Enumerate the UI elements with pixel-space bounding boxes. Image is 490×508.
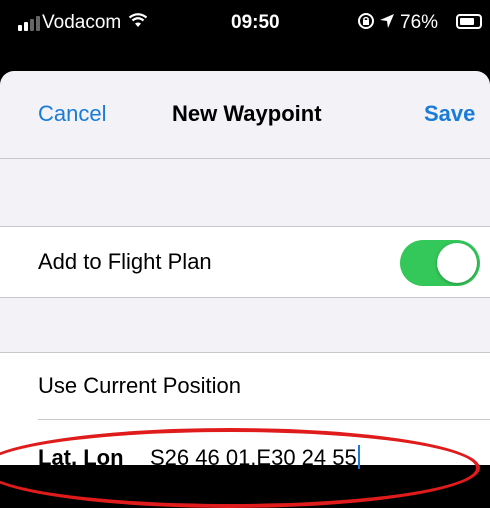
location-icon [379,13,395,34]
cancel-button[interactable]: Cancel [38,101,106,127]
flight-plan-toggle[interactable] [400,240,480,286]
save-button[interactable]: Save [424,101,475,127]
signal-icon [18,16,40,31]
highlight-annotation [0,428,480,508]
carrier-name: Vodacom [42,12,122,33]
flight-plan-label: Add to Flight Plan [38,249,212,274]
battery-icon [456,14,482,29]
battery-percentage: 76% [400,12,439,33]
wifi-icon [128,12,148,33]
new-waypoint-sheet: Cancel New Waypoint Save Add to Flight P… [0,71,490,465]
use-current-position-button[interactable]: Use Current Position [38,373,241,399]
navigation-bar: Cancel New Waypoint Save [0,71,490,159]
page-title: New Waypoint [172,101,322,126]
rotation-lock-icon [357,12,375,35]
toggle-knob [437,243,477,283]
flight-plan-row: Add to Flight Plan [0,226,490,298]
clock: 09:50 [231,12,280,33]
status-bar: Vodacom 09:50 76% [0,0,490,46]
battery-level [460,18,474,25]
